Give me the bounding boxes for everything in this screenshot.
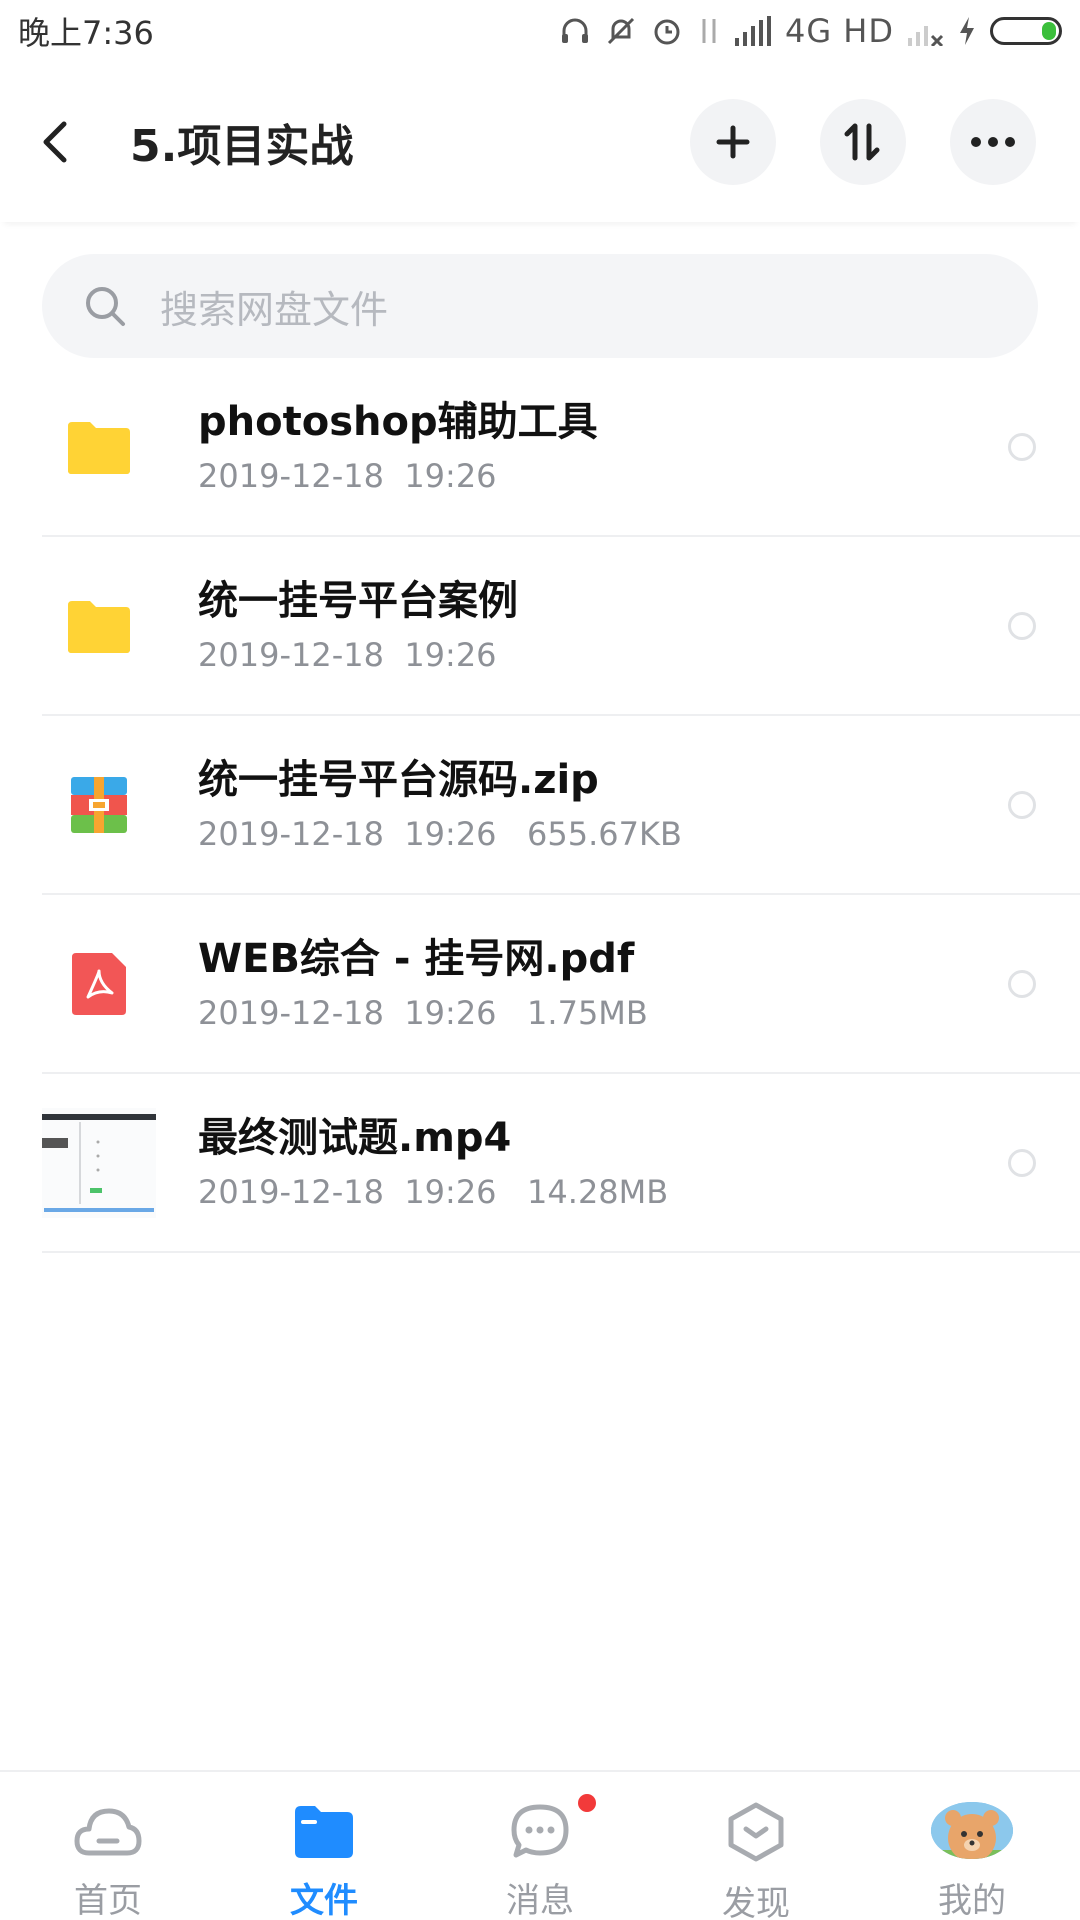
- file-name: WEB综合 - 挂号网.pdf: [198, 935, 635, 982]
- file-row[interactable]: photoshop辅助工具 2019-12-18 19:26: [42, 358, 1080, 537]
- select-checkbox[interactable]: [1008, 969, 1036, 998]
- more-button[interactable]: [950, 99, 1036, 185]
- nav-label-discover: 发现: [722, 1884, 790, 1920]
- headphones-icon: [561, 18, 588, 43]
- folder-icon: [42, 569, 156, 683]
- battery-icon: [990, 17, 1062, 45]
- status-time: 晚上7:36: [18, 14, 154, 52]
- cloud-icon: [68, 1802, 148, 1859]
- signal-icon: [734, 16, 771, 46]
- chat-bubble-icon: [500, 1802, 580, 1859]
- sort-button[interactable]: [820, 99, 906, 185]
- file-row[interactable]: 最终测试题.mp4 2019-12-18 19:26 14.28MB: [42, 1074, 1080, 1253]
- more-dots-icon: [971, 137, 1015, 147]
- file-text: 统一挂号平台案例 2019-12-18 19:26: [198, 575, 1080, 677]
- back-button[interactable]: [40, 102, 100, 182]
- nav-label-home: 首页: [74, 1881, 142, 1920]
- search-input[interactable]: 搜索网盘文件: [42, 254, 1038, 358]
- file-text: 统一挂号平台源码.zip 2019-12-18 19:26 655.67KB: [198, 754, 1080, 856]
- data-transfer-icon: [702, 19, 716, 43]
- pdf-icon: [42, 927, 156, 1041]
- avatar: [931, 1802, 1013, 1859]
- search-placeholder: 搜索网盘文件: [160, 287, 389, 332]
- alarm-icon: [654, 19, 680, 45]
- file-meta: 2019-12-18 19:26 1.75MB: [198, 993, 648, 1032]
- file-list: photoshop辅助工具 2019-12-18 19:26 统一挂号平台案例 …: [0, 358, 1080, 1253]
- nav-item-discover[interactable]: 发现: [648, 1772, 864, 1920]
- discover-hexagon-icon: [716, 1802, 796, 1862]
- file-text: WEB综合 - 挂号网.pdf 2019-12-18 19:26 1.75MB: [198, 933, 1080, 1035]
- file-row[interactable]: 统一挂号平台案例 2019-12-18 19:26: [42, 537, 1080, 716]
- search-icon: [86, 287, 125, 326]
- select-checkbox[interactable]: [1008, 790, 1036, 819]
- folder-icon: [284, 1802, 364, 1859]
- network-type: 4G HD: [784, 12, 894, 50]
- nav-item-files[interactable]: 文件: [216, 1772, 432, 1920]
- video-thumbnail: [42, 1106, 156, 1220]
- nav-item-home[interactable]: 首页: [0, 1772, 216, 1920]
- file-meta: 2019-12-18 19:26: [198, 635, 497, 674]
- file-name: 最终测试题.mp4: [198, 1114, 512, 1161]
- file-name: photoshop辅助工具: [198, 398, 598, 445]
- file-row[interactable]: WEB综合 - 挂号网.pdf 2019-12-18 19:26 1.75MB: [42, 895, 1080, 1074]
- select-checkbox[interactable]: [1008, 432, 1036, 461]
- nav-label-files: 文件: [290, 1881, 358, 1920]
- page: 晚上7:36 4G HD 5.项目实战 搜索网盘文件 photoshop辅助工具…: [0, 0, 1080, 1920]
- file-meta: 2019-12-18 19:26 14.28MB: [198, 1172, 669, 1211]
- zip-archive-icon: [42, 748, 156, 862]
- plus-icon: [716, 125, 750, 159]
- select-checkbox[interactable]: [1008, 611, 1036, 640]
- nav-item-mine[interactable]: 我的: [864, 1772, 1080, 1920]
- sort-icon: [844, 123, 880, 161]
- folder-icon: [42, 390, 156, 504]
- page-title: 5.项目实战: [130, 121, 354, 172]
- file-text: 最终测试题.mp4 2019-12-18 19:26 14.28MB: [198, 1112, 1080, 1214]
- file-name: 统一挂号平台源码.zip: [198, 756, 599, 803]
- header: 5.项目实战: [0, 62, 1080, 222]
- status-icons: 4G HD: [559, 12, 1062, 50]
- nav-item-messages[interactable]: 消息: [432, 1772, 648, 1920]
- file-meta: 2019-12-18 19:26 655.67KB: [198, 814, 682, 853]
- bottom-nav: 首页 文件 消息 发现 我的: [0, 1770, 1080, 1920]
- nav-label-messages: 消息: [506, 1881, 574, 1920]
- charging-icon: [960, 17, 974, 45]
- select-checkbox[interactable]: [1008, 1148, 1036, 1177]
- header-actions: [690, 99, 1036, 185]
- nav-label-mine: 我的: [938, 1881, 1006, 1920]
- chevron-left-icon: [43, 121, 67, 163]
- unread-badge: [578, 1794, 596, 1812]
- mute-bell-icon: [607, 17, 635, 45]
- status-bar: 晚上7:36 4G HD: [0, 0, 1080, 62]
- file-text: photoshop辅助工具 2019-12-18 19:26: [198, 396, 1080, 498]
- no-signal-icon: [908, 26, 944, 46]
- file-name: 统一挂号平台案例: [198, 577, 518, 624]
- file-row[interactable]: 统一挂号平台源码.zip 2019-12-18 19:26 655.67KB: [42, 716, 1080, 895]
- file-meta: 2019-12-18 19:26: [198, 456, 497, 495]
- add-button[interactable]: [690, 99, 776, 185]
